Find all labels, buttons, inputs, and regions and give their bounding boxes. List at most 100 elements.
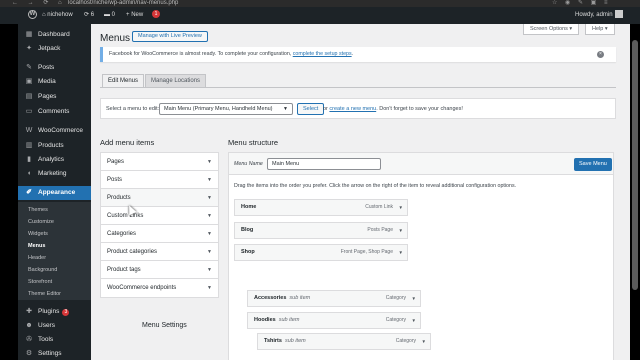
sidebar-item-comments[interactable]: ▭ Comments <box>18 105 91 119</box>
chevron-down-icon: ▼ <box>207 159 212 165</box>
adminbar-account[interactable]: Howdy, admin <box>575 7 623 24</box>
menu-item-home[interactable]: Home Custom Link ▼ <box>234 199 408 216</box>
paintbrush-icon: ✐ <box>26 189 32 196</box>
adminbar-site-link[interactable]: ⌂ nichehow <box>42 7 73 24</box>
menu-item-blog[interactable]: Blog Posts Page ▼ <box>234 222 408 239</box>
help-button[interactable]: Help ▾ <box>585 24 615 35</box>
setup-steps-link[interactable]: complete the setup steps <box>293 51 352 57</box>
submenu-customize[interactable]: Customize <box>28 219 54 225</box>
sidebar-item-label: Plugins <box>38 308 60 315</box>
chevron-down-icon[interactable]: ▼ <box>399 223 403 238</box>
create-new-menu-link[interactable]: create a new menu <box>329 106 376 112</box>
wordpress-logo-icon[interactable]: W <box>28 7 37 24</box>
chevron-down-icon[interactable]: ▼ <box>399 245 403 260</box>
submenu-background[interactable]: Background <box>28 267 57 273</box>
sidebar-item-plugins[interactable]: ✚ Plugins 3 <box>18 305 91 319</box>
menu-item-type: Front Page, Shop Page <box>340 249 393 255</box>
accordion-pages[interactable]: Pages ▼ <box>101 153 218 171</box>
jetpack-icon: ✦ <box>26 45 32 52</box>
adminbar-updates[interactable]: ⟳ 6 <box>84 7 94 24</box>
menu-name-input[interactable]: Main Menu <box>267 158 381 170</box>
accordion-products[interactable]: Products ▼ <box>101 189 218 207</box>
accordion-label: Categories <box>107 231 137 237</box>
manage-live-preview-button[interactable]: Manage with Live Preview <box>132 31 208 42</box>
sidebar-item-label: Posts <box>38 64 55 71</box>
chevron-down-icon: ▼ <box>207 249 212 255</box>
menu-item-hoodies[interactable]: Hoodies sub item Category ▼ <box>247 312 421 329</box>
browser-extension-icons[interactable]: ☆ ◉ ✎ ▣ ≡ <box>552 0 610 7</box>
chevron-down-icon[interactable]: ▼ <box>422 334 426 349</box>
menu-settings-heading: Menu Settings <box>142 322 187 329</box>
save-menu-button[interactable]: Save Menu <box>574 158 612 171</box>
chevron-down-icon[interactable]: ▼ <box>412 291 416 306</box>
chevron-down-icon[interactable]: ▼ <box>399 200 403 215</box>
tab-edit-menus[interactable]: Edit Menus <box>102 74 145 88</box>
sidebar-item-woocommerce[interactable]: W WooCommerce <box>18 124 91 138</box>
products-icon: ▥ <box>25 142 33 149</box>
submenu-header[interactable]: Header <box>28 255 46 261</box>
add-items-accordion: Pages ▼ Posts ▼ Products ▼ Custom Links ▼ Ca… <box>100 152 219 298</box>
sidebar-item-dashboard[interactable]: ▦ Dashboard <box>18 28 91 42</box>
page-scrollbar-thumb[interactable] <box>632 40 638 290</box>
sidebar-item-tools[interactable]: ✇ Tools <box>18 333 91 347</box>
menu-select-dropdown[interactable]: Main Menu (Primary Menu, Handheld Menu) ▼ <box>159 103 293 115</box>
browser-nav-icons[interactable]: ← → ⟳ ⌂ <box>12 0 66 7</box>
new-label: New <box>131 12 144 18</box>
sidebar-item-marketing[interactable]: ◖ Marketing <box>18 167 91 181</box>
sidebar-item-label: Analytics <box>38 156 65 163</box>
sidebar-item-label: Users <box>38 322 55 329</box>
submenu-menus[interactable]: Menus <box>28 243 45 249</box>
sidebar-item-analytics[interactable]: ▮ Analytics <box>18 153 91 167</box>
adminbar-new[interactable]: + New <box>126 7 143 24</box>
screen-options-button[interactable]: Screen Options ▾ <box>523 24 580 35</box>
sidebar-item-label: Pages <box>38 93 57 100</box>
submenu-theme-editor[interactable]: Theme Editor <box>28 291 61 297</box>
create-menu-text: or create a new menu. Don't forget to sa… <box>323 106 463 112</box>
adminbar-comments[interactable]: ▬ 0 <box>104 7 115 24</box>
menu-structure-box: Menu Name Main Menu Save Menu Drag the i… <box>228 152 614 360</box>
accordion-posts[interactable]: Posts ▼ <box>101 171 218 189</box>
sidebar-item-appearance[interactable]: ✐ Appearance <box>18 186 91 200</box>
menu-item-tshirts[interactable]: Tshirts sub item Category ▼ <box>257 333 431 350</box>
media-icon: ▣ <box>25 78 33 85</box>
accordion-product-categories[interactable]: Product categories ▼ <box>101 243 218 261</box>
submenu-widgets[interactable]: Widgets <box>28 231 48 237</box>
sidebar-item-users[interactable]: ☻ Users <box>18 319 91 333</box>
sidebar-item-media[interactable]: ▣ Media <box>18 75 91 89</box>
sidebar-item-pages[interactable]: ▤ Pages <box>18 90 91 104</box>
menu-structure-header: Menu Name Main Menu Save Menu <box>229 153 613 175</box>
submenu-themes[interactable]: Themes <box>28 207 48 213</box>
analytics-icon: ▮ <box>27 156 31 163</box>
sidebar-item-settings[interactable]: ⚙ Settings <box>18 347 91 360</box>
adminbar-notification-badge[interactable]: 1 <box>152 7 160 24</box>
address-bar[interactable]: localhost/niche/wp-admin/nav-menus.php <box>68 0 178 7</box>
comments-icon: ▭ <box>25 108 33 115</box>
sidebar-item-products[interactable]: ▥ Products <box>18 139 91 153</box>
menu-item-title: Tshirts <box>264 338 282 344</box>
updates-icon: ⟳ <box>84 12 90 18</box>
accordion-custom-links[interactable]: Custom Links ▼ <box>101 207 218 225</box>
select-button[interactable]: Select <box>297 103 325 115</box>
chevron-down-icon[interactable]: ▼ <box>412 313 416 328</box>
sidebar-item-posts[interactable]: ✎ Posts <box>18 61 91 75</box>
avatar <box>614 10 623 19</box>
menu-select-value: Main Menu (Primary Menu, Handheld Menu) <box>164 106 273 112</box>
sidebar-item-label: WooCommerce <box>38 127 84 134</box>
menu-item-title: Accessories <box>254 295 287 301</box>
sidebar-item-label: Appearance <box>38 189 76 196</box>
appearance-submenu: Themes Customize Widgets Menus Header Ba… <box>18 202 91 300</box>
submenu-storefront[interactable]: Storefront <box>28 279 52 285</box>
updates-count: 6 <box>90 12 95 18</box>
tab-manage-locations[interactable]: Manage Locations <box>145 74 207 88</box>
accordion-label: Custom Links <box>107 213 144 219</box>
menu-item-shop[interactable]: Shop Front Page, Shop Page ▼ <box>234 244 408 261</box>
menu-item-accessories[interactable]: Accessories sub item Category ▼ <box>247 290 421 307</box>
menu-item-title: Blog <box>241 227 254 233</box>
dismiss-icon[interactable]: × <box>597 51 604 58</box>
sidebar-item-jetpack[interactable]: ✦ Jetpack <box>18 42 91 56</box>
menu-item-sub-label: sub item <box>289 295 311 301</box>
accordion-woocommerce-endpoints[interactable]: WooCommerce endpoints ▼ <box>101 279 218 297</box>
accordion-product-tags[interactable]: Product tags ▼ <box>101 261 218 279</box>
accordion-categories[interactable]: Categories ▼ <box>101 225 218 243</box>
chevron-down-icon: ▼ <box>207 177 212 183</box>
